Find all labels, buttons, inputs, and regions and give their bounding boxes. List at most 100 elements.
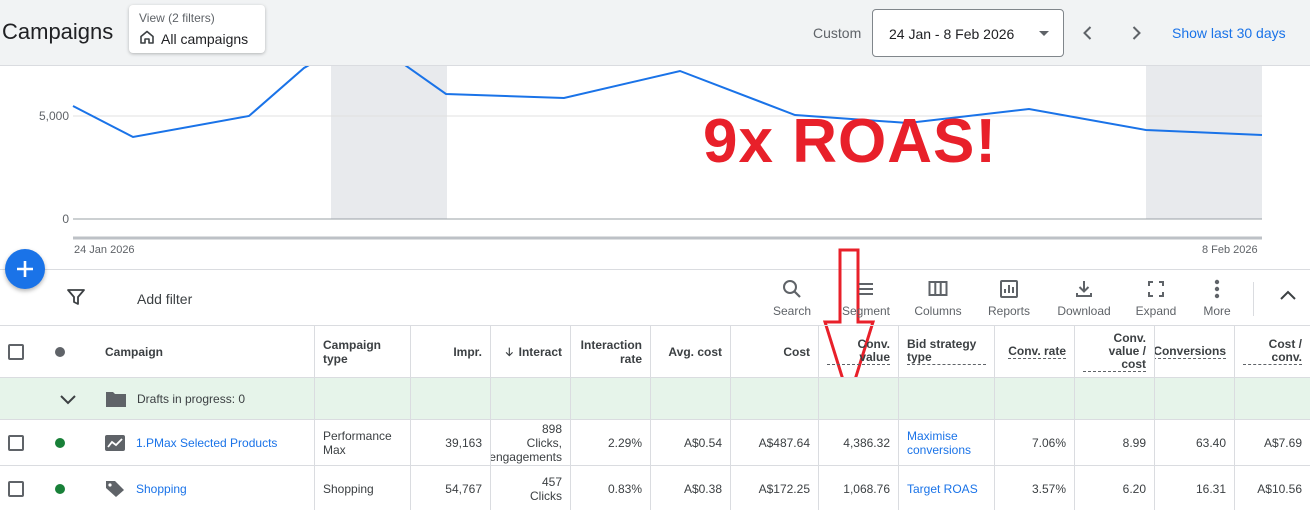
interactions-cell: 457 Clicks (491, 466, 571, 510)
performance-line (72, 66, 1263, 139)
drafts-expand-toggle[interactable] (0, 378, 97, 419)
conv-value-cell: 1,068.76 (819, 466, 899, 510)
columns-tool-button[interactable]: Columns (906, 278, 970, 318)
header-cost-conv[interactable]: Cost / conv. (1235, 326, 1310, 377)
columns-icon (906, 278, 970, 300)
chevron-left-icon (1083, 26, 1092, 40)
view-selector-value: All campaigns (139, 29, 255, 48)
campaign-cell: Shopping (97, 466, 315, 510)
header-campaign-type[interactable]: Campaign type (315, 326, 411, 377)
chevron-up-icon[interactable] (1278, 286, 1298, 311)
segment-tool-button[interactable]: Segment (834, 278, 898, 318)
drafts-label: Drafts in progress: 0 (137, 391, 246, 406)
bid-strategy-link[interactable]: Maximise conversions (899, 420, 995, 465)
campaign-link[interactable]: Shopping (136, 482, 187, 496)
impr-cell: 54,767 (411, 466, 491, 510)
header-cost[interactable]: Cost (731, 326, 819, 377)
table-toolbar: Add filter Search Segment Columns Report… (0, 270, 1310, 326)
header-conv-value-cost[interactable]: Conv. value / cost (1075, 326, 1155, 377)
add-filter-button[interactable]: Add filter (137, 291, 192, 307)
view-filter-count: View (2 filters) (139, 11, 215, 25)
campaign-link[interactable]: 1.PMax Selected Products (136, 436, 277, 450)
download-icon (1052, 278, 1116, 300)
roas-annotation: 9x ROAS! (703, 107, 997, 176)
status-header-icon (55, 346, 65, 357)
conversions-cell: 63.40 (1155, 420, 1235, 465)
chevron-down-icon (60, 394, 76, 404)
header-campaign[interactable]: Campaign (97, 326, 315, 377)
reports-tool-button[interactable]: Reports (977, 278, 1041, 318)
header-interactions-label: Interact (518, 344, 562, 359)
select-all-checkbox[interactable] (8, 343, 24, 360)
performance-chart: 5,000 0 24 Jan 2026 8 Feb 2026 9x ROAS! (0, 66, 1310, 270)
header-interactions[interactable]: Interact (491, 326, 571, 377)
cost-conv-cell: A$10.56 (1257, 481, 1302, 496)
page-title: Campaigns (2, 19, 114, 44)
header-interaction-rate[interactable]: Interaction rate (571, 326, 651, 377)
y-tick-5000: 5,000 (38, 109, 69, 123)
chart-svg (72, 66, 1263, 240)
date-range-value: 24 Jan - 8 Feb 2026 (889, 26, 1015, 42)
more-tool-button[interactable]: More (1185, 278, 1249, 318)
filter-icon[interactable] (66, 288, 86, 311)
row-checkbox[interactable] (8, 480, 24, 497)
header-avg-cost[interactable]: Avg. cost (651, 326, 731, 377)
status-enabled-icon (55, 437, 65, 448)
header-conversions[interactable]: Conversions (1155, 326, 1235, 377)
campaign-type-cell: Shopping (315, 466, 411, 510)
campaign-type-cell: Performance Max (315, 420, 411, 465)
conv-value-cost-cell: 8.99 (1075, 420, 1155, 465)
impr-cell: 39,163 (411, 420, 491, 465)
header-impr[interactable]: Impr. (411, 326, 491, 377)
home-icon (139, 29, 155, 48)
search-tool-button[interactable]: Search (760, 278, 824, 318)
download-tool-button[interactable]: Download (1052, 278, 1116, 318)
segment-tool-label: Segment (841, 304, 891, 318)
header-bid-strategy[interactable]: Bid strategy type (899, 326, 995, 377)
interaction-rate-cell: 2.29% (571, 420, 651, 465)
cost-conv-cell: A$7.69 (1263, 435, 1302, 450)
view-selector[interactable]: View (2 filters) All campaigns (129, 5, 265, 53)
cost-cell: A$172.25 (731, 466, 819, 510)
show-last-30-days-link[interactable]: Show last 30 days (1172, 25, 1286, 41)
weekend-band-2 (1146, 66, 1262, 219)
row-checkbox[interactable] (8, 434, 24, 451)
more-icon (1185, 278, 1249, 300)
previous-period-button[interactable] (1073, 18, 1103, 48)
x-tick-end: 8 Feb 2026 (1202, 244, 1258, 256)
campaigns-table: Campaign Campaign type Impr. Interact In… (0, 326, 1310, 510)
campaign-cell: 1.PMax Selected Products (97, 420, 315, 465)
bid-strategy-link[interactable]: Target ROAS (899, 466, 995, 510)
chevron-right-icon (1132, 26, 1141, 40)
table-row: 1.PMax Selected Products Performance Max… (0, 420, 1310, 466)
search-tool-label: Search (772, 304, 812, 318)
conv-rate-cell: 7.06% (995, 420, 1075, 465)
interactions-count: 898 (541, 421, 562, 436)
x-tick-start: 24 Jan 2026 (74, 244, 135, 256)
header-conv-rate[interactable]: Conv. rate (995, 326, 1075, 377)
interaction-rate-cell: 0.83% (571, 466, 651, 510)
reports-icon (977, 278, 1041, 300)
drafts-row: Drafts in progress: 0 (0, 378, 1310, 420)
performance-max-icon (105, 434, 125, 451)
drafts-label-cell: Drafts in progress: 0 (97, 378, 315, 419)
interactions-unit-2: engagements (491, 449, 562, 464)
interactions-count: 457 (541, 474, 562, 489)
expand-tool-label: Expand (1135, 304, 1177, 318)
more-tool-label: More (1203, 304, 1231, 318)
table-header-row: Campaign Campaign type Impr. Interact In… (0, 326, 1310, 378)
segment-icon (834, 278, 898, 300)
reports-tool-label: Reports (987, 304, 1031, 318)
expand-tool-button[interactable]: Expand (1124, 278, 1188, 318)
interactions-cell: 898 Clicks, engagements (491, 420, 571, 465)
date-range-picker[interactable]: 24 Jan - 8 Feb 2026 (872, 9, 1064, 57)
header-conv-value-cost-label: Conv. value / cost (1083, 331, 1146, 372)
view-selector-label: All campaigns (161, 30, 249, 47)
search-icon (760, 278, 824, 300)
header-conv-value[interactable]: Conv. value (819, 326, 899, 377)
folder-icon (106, 391, 126, 407)
caret-down-icon (1039, 31, 1049, 36)
header-cost-conv-label: Cost / conv. (1243, 338, 1302, 365)
conv-rate-cell: 3.57% (995, 466, 1075, 510)
next-period-button[interactable] (1121, 18, 1151, 48)
